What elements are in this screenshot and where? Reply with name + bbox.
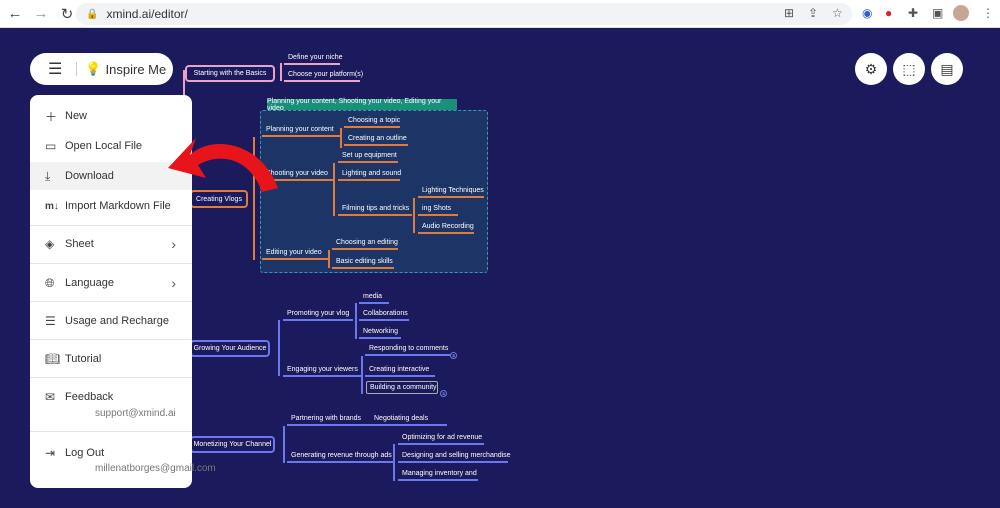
- menu-label: Language: [65, 277, 114, 289]
- topic-define-niche[interactable]: Define your niche: [284, 54, 342, 65]
- menu-item-usage-recharge[interactable]: ☰ Usage and Recharge: [30, 307, 192, 335]
- menu-label: Usage and Recharge: [65, 315, 169, 327]
- forward-icon[interactable]: →: [30, 5, 52, 22]
- topic-optimizing-ad-revenue[interactable]: Optimizing for ad revenue: [398, 434, 484, 445]
- globe-icon: 🌐︎: [45, 275, 55, 290]
- topic-growing-audience[interactable]: Growing Your Audience: [190, 340, 270, 357]
- reload-icon[interactable]: ↻: [56, 5, 78, 23]
- topic-generating-revenue[interactable]: Generating revenue through ads: [287, 452, 393, 463]
- browser-toolbar: ← → ↻ 🔒 xmind.ai/editor/ ⊞ ⇪ ☆ ◉ ● ✚ ▣ ⋮: [0, 0, 1000, 28]
- database-icon: ☰: [45, 314, 56, 328]
- topic-choosing-editing[interactable]: Choosing an editing: [332, 239, 398, 250]
- topic-lighting-techniques[interactable]: Lighting Techniques: [418, 187, 484, 198]
- topic-creating-outline[interactable]: Creating an outline: [344, 135, 408, 146]
- back-icon[interactable]: ←: [4, 5, 26, 22]
- book-icon: 📖︎: [45, 352, 61, 366]
- topic-audio-recording[interactable]: Audio Recording: [418, 223, 474, 234]
- menu-item-new[interactable]: ＋ New: [30, 102, 192, 130]
- hamburger-menu-icon[interactable]: ☰: [48, 59, 62, 79]
- topic-negotiating-deals[interactable]: Negotiating deals: [370, 415, 432, 424]
- document-icon: ▤: [940, 60, 954, 77]
- topic-managing-inventory[interactable]: Managing inventory and: [398, 470, 478, 481]
- url-text: xmind.ai/editor/: [106, 7, 188, 21]
- profile-avatar[interactable]: [953, 5, 969, 21]
- extension-icon[interactable]: ◉: [862, 6, 872, 20]
- topic-basic-editing[interactable]: Basic editing skills: [332, 258, 394, 269]
- feedback-email[interactable]: support@xmind.ai: [95, 408, 176, 419]
- topic-filming-tips[interactable]: Filming tips and tricks: [338, 205, 412, 216]
- topic-monetizing-channel[interactable]: Monetizing Your Channel: [190, 436, 275, 453]
- topic-choosing-topic[interactable]: Choosing a topic: [344, 117, 400, 128]
- topic-lighting-sound[interactable]: Lighting and sound: [338, 170, 401, 181]
- bookmark-star-icon[interactable]: ☆: [832, 6, 843, 20]
- menu-item-feedback[interactable]: ✉ Feedback: [30, 383, 192, 411]
- markdown-icon: m↓: [45, 200, 59, 212]
- share-icon[interactable]: ⇪: [808, 6, 818, 20]
- frame-icon: ⬚: [902, 60, 916, 77]
- menu-label: Download: [65, 170, 114, 182]
- summary-label[interactable]: Planning your content, Shooting your vid…: [267, 98, 457, 112]
- menu-item-language[interactable]: 🌐︎ Language ›: [30, 269, 192, 297]
- more-icon[interactable]: ⋮: [982, 6, 994, 20]
- topic-creating-interactive[interactable]: Creating interactive: [365, 366, 435, 377]
- top-left-toolbar: ☰ 💡 Inspire Me: [30, 53, 173, 85]
- sidebar-icon[interactable]: ▣: [932, 6, 943, 20]
- plus-icon: ＋: [45, 109, 58, 124]
- collapsed-count-badge[interactable]: 3: [450, 352, 457, 359]
- topic-choose-platform[interactable]: Choose your platform(s): [284, 71, 363, 82]
- topic-starting-basics[interactable]: Starting with the Basics: [185, 65, 275, 82]
- format-settings-button[interactable]: ⚙: [855, 53, 887, 85]
- topic-engaging-viewers[interactable]: Engaging your viewers: [283, 366, 363, 377]
- menu-item-tutorial[interactable]: 📖︎ Tutorial: [30, 345, 192, 373]
- topic-set-up-equipment[interactable]: Set up equipment: [338, 152, 398, 163]
- topic-media[interactable]: media: [359, 293, 389, 304]
- lightbulb-icon: 💡: [85, 61, 102, 76]
- chevron-right-icon: ›: [171, 236, 176, 252]
- select-frame-button[interactable]: ⬚: [893, 53, 925, 85]
- inspire-me-button[interactable]: Inspire Me: [106, 62, 167, 77]
- menu-label: Tutorial: [65, 353, 102, 365]
- folder-icon: ▭: [45, 139, 57, 153]
- topic-responding-comments[interactable]: Responding to comments: [365, 345, 451, 356]
- menu-label: Sheet: [65, 238, 94, 250]
- topic-designing-merchandise[interactable]: Designing and selling merchandise: [398, 452, 511, 463]
- topic-shots[interactable]: ing Shots: [418, 205, 458, 216]
- extensions-puzzle-icon[interactable]: ✚: [908, 6, 918, 20]
- user-email: millenatborges@gmail.com: [95, 463, 216, 474]
- menu-label: Log Out: [65, 447, 105, 459]
- menu-label: New: [65, 110, 88, 122]
- mail-icon: ✉: [45, 390, 56, 404]
- logout-icon: ⇥: [45, 446, 56, 460]
- topic-promoting-vlog[interactable]: Promoting your vlog: [283, 310, 353, 321]
- opera-extension-icon[interactable]: ●: [885, 6, 892, 20]
- topic-building-community[interactable]: Building a community: [366, 381, 438, 394]
- topic-editing-video[interactable]: Editing your video: [262, 249, 328, 260]
- chevron-right-icon: ›: [171, 275, 176, 291]
- address-bar[interactable]: 🔒 xmind.ai/editor/: [76, 3, 852, 25]
- menu-label: Open Local File: [65, 140, 143, 152]
- lock-icon: 🔒: [86, 8, 99, 20]
- topic-collaborations[interactable]: Collaborations: [359, 310, 409, 321]
- download-icon: ⤓: [45, 168, 51, 183]
- outline-button[interactable]: ▤: [931, 53, 963, 85]
- sliders-icon: ⚙: [864, 60, 878, 77]
- topic-networking[interactable]: Networking: [359, 328, 401, 339]
- collapsed-count-badge-2[interactable]: 3: [440, 390, 447, 397]
- red-arrow-annotation: [168, 138, 278, 192]
- translate-icon[interactable]: ⊞: [784, 6, 794, 20]
- menu-item-sheet[interactable]: ◈ Sheet ›: [30, 230, 192, 258]
- menu-label: Feedback: [65, 391, 114, 403]
- layers-icon: ◈: [45, 237, 55, 251]
